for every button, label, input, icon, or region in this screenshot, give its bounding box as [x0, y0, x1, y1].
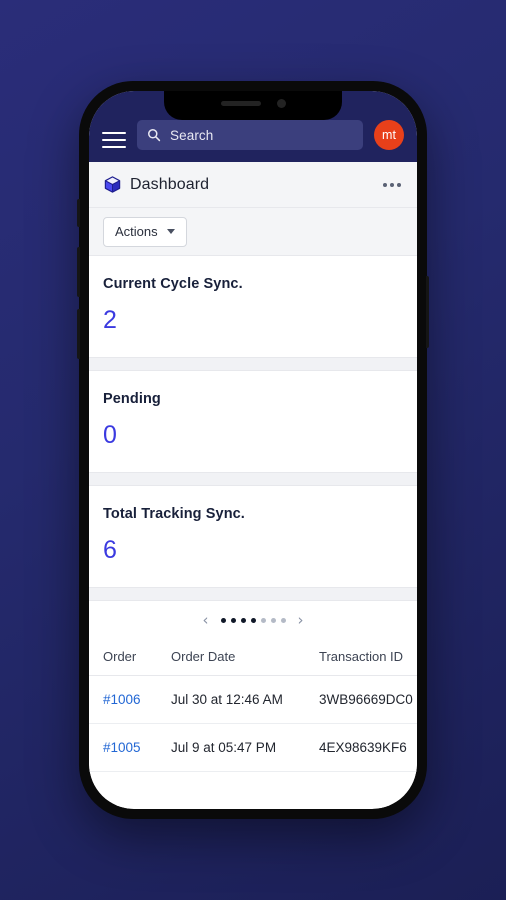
- carousel-dot[interactable]: [220, 617, 226, 623]
- cell-transaction-id: 3WB96669DC0: [319, 692, 413, 707]
- cube-icon: [104, 176, 121, 193]
- actions-button-label: Actions: [115, 224, 158, 239]
- metric-label: Total Tracking Sync.: [103, 506, 245, 522]
- carousel-dot[interactable]: [230, 617, 236, 623]
- volume-up-button[interactable]: [77, 247, 80, 297]
- carousel-dot[interactable]: [250, 617, 256, 623]
- carousel-pagination: ‹ ›: [89, 601, 417, 639]
- search-input[interactable]: Search: [137, 120, 363, 150]
- chevron-right-icon[interactable]: ›: [296, 612, 306, 628]
- page-title-wrap: Dashboard: [103, 175, 381, 194]
- phone-bezel: Search mt Dashboard Actions Current Cycl…: [89, 91, 417, 809]
- chevron-left-icon[interactable]: ‹: [201, 612, 211, 628]
- metric-value: 0: [103, 421, 118, 449]
- table-row[interactable]: #1005 Jul 9 at 05:47 PM 4EX98639KF6: [89, 724, 417, 772]
- chevron-down-icon: [166, 229, 175, 234]
- search-icon: [148, 129, 161, 142]
- front-camera-icon: [276, 98, 286, 108]
- phone-notch: [164, 91, 342, 120]
- page-title: Dashboard: [130, 175, 210, 193]
- column-header-order-date: Order Date: [171, 649, 236, 664]
- actions-toolbar: Actions: [89, 208, 417, 256]
- cell-order[interactable]: #1005: [103, 740, 171, 755]
- hamburger-menu-icon[interactable]: [102, 130, 126, 150]
- card-divider: [89, 472, 417, 486]
- ellipsis-horizontal-icon[interactable]: [381, 177, 403, 193]
- carousel-dot[interactable]: [260, 617, 266, 623]
- column-header-order: Order: [103, 649, 137, 664]
- avatar[interactable]: mt: [374, 120, 404, 150]
- phone-frame: Search mt Dashboard Actions Current Cycl…: [77, 81, 429, 819]
- phone-screen: Search mt Dashboard Actions Current Cycl…: [89, 91, 417, 809]
- cell-transaction-id: 4EX98639KF6: [319, 740, 407, 755]
- metric-card-pending: Pending 0: [89, 371, 417, 472]
- orders-table: Order Order Date Transaction ID #1006 Ju…: [89, 639, 417, 772]
- actions-button[interactable]: Actions: [103, 216, 187, 247]
- carousel-dot[interactable]: [240, 617, 246, 623]
- metric-value: 6: [103, 536, 118, 564]
- carousel-dots: [220, 617, 286, 623]
- cell-order-date: Jul 9 at 05:47 PM: [171, 740, 277, 755]
- metric-label: Pending: [103, 391, 161, 407]
- carousel-dot[interactable]: [280, 617, 286, 623]
- table-row[interactable]: #1006 Jul 30 at 12:46 AM 3WB96669DC0: [89, 676, 417, 724]
- metric-card-total-tracking-sync: Total Tracking Sync. 6: [89, 486, 417, 587]
- card-divider: [89, 357, 417, 371]
- cell-order[interactable]: #1006: [103, 692, 171, 707]
- metric-card-current-cycle-sync: Current Cycle Sync. 2: [89, 256, 417, 357]
- page-header: Dashboard: [89, 162, 417, 208]
- search-placeholder: Search: [170, 127, 214, 143]
- metric-value: 2: [103, 306, 118, 334]
- carousel-dot[interactable]: [270, 617, 276, 623]
- column-header-transaction-id: Transaction ID: [319, 649, 404, 664]
- card-divider: [89, 587, 417, 601]
- table-header-row: Order Order Date Transaction ID: [89, 639, 417, 676]
- cell-order-date: Jul 30 at 12:46 AM: [171, 692, 283, 707]
- silent-switch[interactable]: [77, 199, 80, 227]
- earpiece-speaker-icon: [220, 100, 261, 106]
- power-button[interactable]: [426, 276, 429, 348]
- volume-down-button[interactable]: [77, 309, 80, 359]
- metric-label: Current Cycle Sync.: [103, 276, 243, 292]
